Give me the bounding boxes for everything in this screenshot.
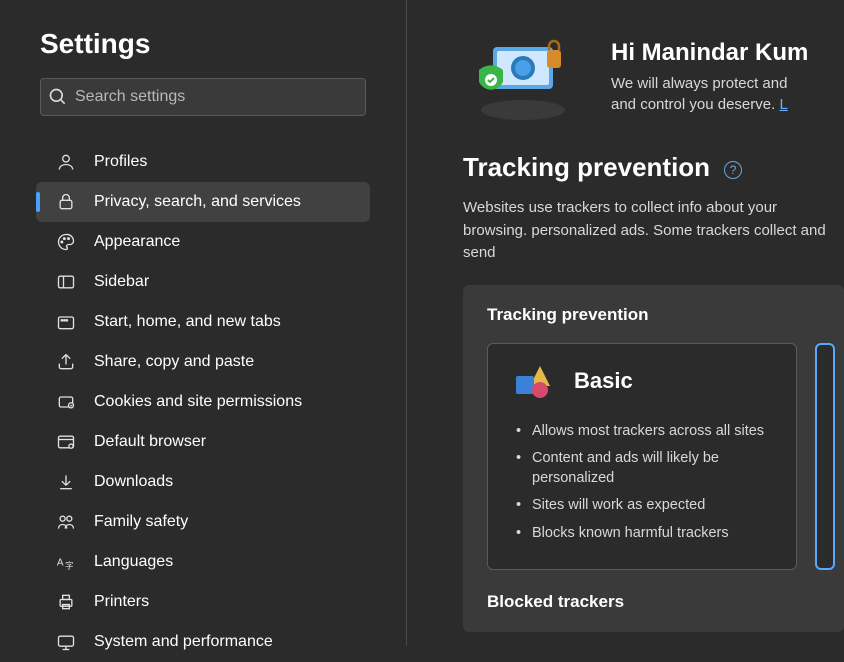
nav-label: Privacy, search, and services	[94, 193, 301, 211]
basic-level-icon	[510, 362, 556, 400]
basic-level-title: Basic	[574, 368, 633, 394]
tabs-icon	[56, 312, 76, 332]
nav-label: Languages	[94, 553, 173, 571]
sidebar-item-sidebar[interactable]: Sidebar	[36, 262, 370, 302]
share-icon	[56, 352, 76, 372]
sidebar-item-family[interactable]: Family safety	[36, 502, 370, 542]
level-point: Sites will work as expected	[514, 492, 774, 520]
sidebar-item-privacy[interactable]: Privacy, search, and services	[36, 182, 370, 222]
info-icon[interactable]: ?	[724, 161, 742, 179]
level-point: Content and ads will likely be personali…	[514, 445, 774, 492]
basic-level-points: Allows most trackers across all sites Co…	[510, 418, 774, 548]
tracking-level-basic[interactable]: Basic Allows most trackers across all si…	[487, 343, 797, 571]
nav-label: System and performance	[94, 633, 273, 651]
sidebar-item-downloads[interactable]: Downloads	[36, 462, 370, 502]
svg-text:字: 字	[65, 561, 73, 571]
nav-label: Printers	[94, 593, 149, 611]
main-content: Hi Manindar Kum We will always protect a…	[407, 0, 844, 646]
greeting-line1: We will always protect and	[611, 73, 808, 94]
lock-icon	[56, 192, 76, 212]
tracking-card-title: Tracking prevention	[487, 305, 820, 325]
sidebar-item-languages[interactable]: A字 Languages	[36, 542, 370, 582]
system-icon	[56, 632, 76, 652]
nav-label: Share, copy and paste	[94, 353, 254, 371]
sidebar-item-start[interactable]: Start, home, and new tabs	[36, 302, 370, 342]
svg-text:A: A	[57, 557, 64, 568]
sidebar-item-printers[interactable]: Printers	[36, 582, 370, 622]
family-icon	[56, 512, 76, 532]
sidebar-item-cookies[interactable]: Cookies and site permissions	[36, 382, 370, 422]
search-input[interactable]	[75, 88, 351, 106]
level-point: Allows most trackers across all sites	[514, 418, 774, 446]
greeting-section: Hi Manindar Kum We will always protect a…	[463, 32, 844, 122]
nav-label: Downloads	[94, 473, 173, 491]
tracking-description: Websites use trackers to collect info ab…	[463, 197, 844, 265]
cookie-icon	[56, 392, 76, 412]
nav-label: Family safety	[94, 513, 188, 531]
settings-title: Settings	[40, 28, 366, 60]
search-icon	[55, 87, 75, 107]
level-point: Blocks known harmful trackers	[514, 520, 774, 548]
palette-icon	[56, 232, 76, 252]
language-icon: A字	[56, 552, 76, 572]
browser-icon	[56, 432, 76, 452]
tracking-level-selected[interactable]	[815, 343, 835, 571]
nav-label: Cookies and site permissions	[94, 393, 302, 411]
tracking-heading-text: Tracking prevention	[463, 152, 710, 183]
tracking-heading: Tracking prevention ?	[463, 152, 844, 183]
blocked-trackers-heading: Blocked trackers	[487, 592, 820, 612]
sidebar-item-share[interactable]: Share, copy and paste	[36, 342, 370, 382]
nav-list: Profiles Privacy, search, and services A…	[0, 136, 406, 662]
nav-label: Sidebar	[94, 273, 149, 291]
greeting-title: Hi Manindar Kum	[611, 39, 808, 67]
tracking-card: Tracking prevention Basic Allows most tr…	[463, 285, 844, 633]
nav-label: Start, home, and new tabs	[94, 313, 281, 331]
download-icon	[56, 472, 76, 492]
search-container[interactable]	[40, 78, 366, 116]
sidebar-item-default-browser[interactable]: Default browser	[36, 422, 370, 462]
profile-icon	[56, 152, 76, 172]
greeting-link[interactable]: L	[779, 96, 787, 113]
sidebar-item-appearance[interactable]: Appearance	[36, 222, 370, 262]
sidebar-icon	[56, 272, 76, 292]
sidebar-item-profiles[interactable]: Profiles	[36, 142, 370, 182]
settings-sidebar: Settings Profiles Privacy, search, and s…	[0, 0, 407, 646]
nav-label: Appearance	[94, 233, 180, 251]
privacy-illustration	[463, 32, 583, 122]
nav-label: Profiles	[94, 153, 147, 171]
printer-icon	[56, 592, 76, 612]
sidebar-item-system[interactable]: System and performance	[36, 622, 370, 662]
nav-label: Default browser	[94, 433, 206, 451]
greeting-line2: and control you deserve. L	[611, 94, 808, 115]
